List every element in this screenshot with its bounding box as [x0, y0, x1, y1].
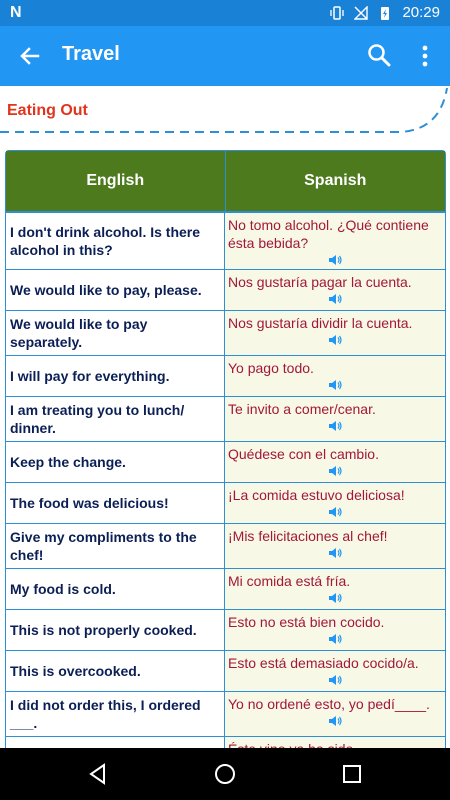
app-bar: Travel — [0, 26, 450, 86]
english-phrase: We would like to pay separately. — [6, 311, 225, 355]
speaker-icon[interactable] — [228, 378, 441, 392]
table-row: We would like to pay separately. Nos gust… — [6, 311, 445, 356]
spanish-phrase: Éste vino ya ha sido — [228, 740, 441, 748]
english-phrase: This is overcooked. — [6, 651, 225, 691]
vibrate-icon — [330, 5, 345, 20]
speaker-icon[interactable] — [228, 419, 441, 433]
table-row: This is overcooked. Esto está demasiado c… — [6, 651, 445, 692]
table-row: My food is cold. Mi comida está fría. — [6, 569, 445, 610]
table-row: I will pay for everything. Yo pago todo. — [6, 356, 445, 397]
navigation-bar — [0, 748, 450, 800]
battery-charging-icon — [381, 6, 390, 20]
table-row: This is not properly cooked. Esto no está… — [6, 610, 445, 651]
notification-n-icon: N — [10, 4, 22, 21]
english-phrase: We would like to pay, please. — [6, 270, 225, 310]
speaker-icon[interactable] — [228, 632, 441, 646]
spanish-phrase: ¡Mis felicitaciones al chef! — [228, 528, 388, 544]
spanish-phrase: Te invito a comer/cenar. — [228, 401, 376, 417]
table-row: Keep the change. Quédese con el cambio. — [6, 442, 445, 483]
speaker-icon[interactable] — [228, 505, 441, 519]
status-time: 20:29 — [402, 4, 440, 21]
spanish-phrase-cell[interactable]: Nos gustaría dividir la cuenta. — [225, 311, 445, 355]
english-phrase: The food was delicious! — [6, 483, 225, 523]
recents-square-icon[interactable] — [340, 762, 364, 786]
spanish-phrase-cell[interactable]: Esto está demasiado cocido/a. — [225, 651, 445, 691]
table-body: I don't drink alcohol. Is there alcohol … — [6, 213, 445, 748]
page-title: Travel — [62, 43, 120, 65]
spanish-phrase: Yo pago todo. — [228, 360, 314, 376]
spanish-phrase-cell[interactable]: Te invito a comer/cenar. — [225, 397, 445, 441]
table-row: The food was delicious! ¡La comida estuvo… — [6, 483, 445, 524]
english-phrase: Keep the change. — [6, 442, 225, 482]
content-area[interactable]: Eating Out English Spanish I don't drink… — [0, 86, 450, 748]
spanish-phrase-cell[interactable]: Nos gustaría pagar la cuenta. — [225, 270, 445, 310]
speaker-icon[interactable] — [228, 292, 441, 306]
spanish-phrase-cell[interactable]: Yo pago todo. — [225, 356, 445, 396]
speaker-icon[interactable] — [228, 464, 441, 478]
table-row: Give my compliments to the chef! ¡Mis fel… — [6, 524, 445, 569]
spanish-phrase-cell[interactable]: No tomo alcohol. ¿Qué contiene ésta bebi… — [225, 213, 445, 269]
more-vert-icon[interactable] — [416, 44, 434, 68]
spanish-phrase-cell[interactable]: ¡La comida estuvo deliciosa! — [225, 483, 445, 523]
spanish-phrase-cell[interactable]: Esto no está bien cocido. — [225, 610, 445, 650]
speaker-icon[interactable] — [228, 714, 441, 728]
section-title: Eating Out — [7, 102, 88, 119]
english-phrase: Give my compliments to the chef! — [6, 524, 225, 568]
spanish-phrase: Yo no ordené esto, yo pedí____. — [228, 696, 430, 712]
spanish-phrase-cell[interactable]: Éste vino ya ha sido — [225, 737, 445, 748]
home-circle-icon[interactable] — [213, 762, 237, 786]
english-phrase: I am treating you to lunch/ dinner. — [6, 397, 225, 441]
english-header: English — [6, 151, 226, 211]
spanish-phrase: Nos gustaría dividir la cuenta. — [228, 315, 413, 331]
spanish-phrase: Quédese con el cambio. — [228, 446, 379, 462]
spanish-phrase: Esto no está bien cocido. — [228, 614, 385, 630]
speaker-icon[interactable] — [228, 591, 441, 605]
spanish-phrase-cell[interactable]: ¡Mis felicitaciones al chef! — [225, 524, 445, 568]
back-triangle-icon[interactable] — [86, 762, 110, 786]
spanish-phrase: ¡La comida estuvo deliciosa! — [228, 487, 405, 503]
spanish-phrase-cell[interactable]: Quédese con el cambio. — [225, 442, 445, 482]
spanish-phrase: Esto está demasiado cocido/a. — [228, 655, 419, 671]
back-arrow-icon[interactable] — [18, 44, 42, 68]
english-phrase: I will pay for everything. — [6, 356, 225, 396]
status-icons: 20:29 — [330, 4, 440, 21]
speaker-icon[interactable] — [228, 333, 441, 347]
spanish-phrase-cell[interactable]: Yo no ordené esto, yo pedí____. — [225, 692, 445, 736]
speaker-icon[interactable] — [228, 253, 441, 267]
spanish-phrase: Mi comida está fría. — [228, 573, 351, 589]
spanish-phrase: Nos gustaría pagar la cuenta. — [228, 274, 412, 290]
signal-off-icon — [354, 5, 369, 20]
english-phrase: My food is cold. — [6, 569, 225, 609]
spanish-header: Spanish — [304, 172, 367, 189]
search-icon[interactable] — [366, 42, 392, 68]
table-row: I am treating you to lunch/ dinner. Te in… — [6, 397, 445, 442]
table-row: I did not order this, I ordered ___. Yo n… — [6, 692, 445, 737]
table-row: We would like to pay, please. Nos gustarí… — [6, 270, 445, 311]
table-header: English Spanish — [6, 151, 445, 213]
table-row: Éste vino ya ha sido — [6, 737, 445, 748]
phrase-table: English Spanish I don't drink alcohol. I… — [5, 150, 446, 748]
speaker-icon[interactable] — [228, 546, 441, 560]
speaker-icon[interactable] — [228, 673, 441, 687]
english-phrase: I did not order this, I ordered ___. — [6, 692, 225, 736]
table-row: I don't drink alcohol. Is there alcohol … — [6, 213, 445, 270]
english-phrase: I don't drink alcohol. Is there alcohol … — [6, 213, 225, 269]
spanish-phrase-cell[interactable]: Mi comida está fría. — [225, 569, 445, 609]
english-phrase — [6, 737, 225, 748]
section-header: Eating Out — [0, 86, 450, 138]
english-phrase: This is not properly cooked. — [6, 610, 225, 650]
spanish-phrase: No tomo alcohol. ¿Qué contiene ésta bebi… — [228, 217, 429, 251]
status-bar: N 20:29 — [0, 0, 450, 26]
